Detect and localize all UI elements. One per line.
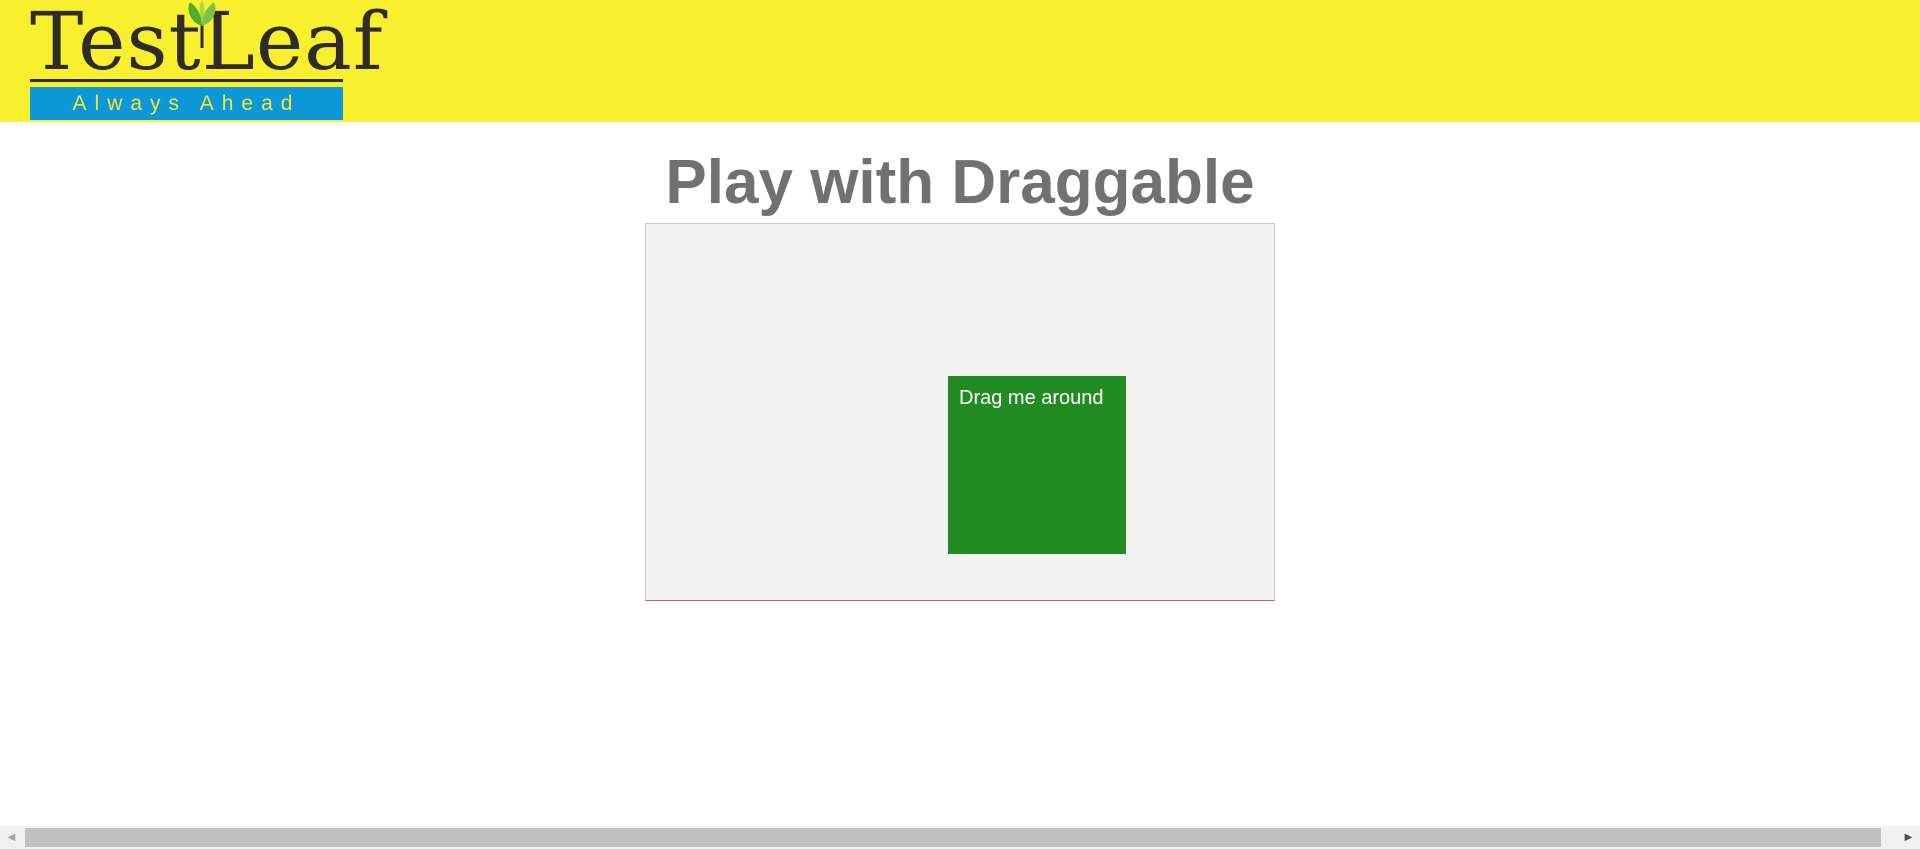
scroll-left-arrow-icon[interactable]: ◀	[0, 826, 23, 849]
scroll-right-arrow-icon[interactable]: ▶	[1897, 826, 1920, 849]
page-title: Play with Draggable	[665, 148, 1255, 217]
leaf-icon	[188, 0, 216, 48]
testleaf-logo[interactable]: TestLeaf Always Ahead	[30, 0, 382, 120]
horizontal-scrollbar[interactable]: ◀ ▶	[0, 826, 1920, 849]
drag-area: Drag me around	[645, 223, 1275, 601]
draggable-box[interactable]: Drag me around	[948, 376, 1126, 554]
site-header: TestLeaf Always Ahead	[0, 0, 1920, 122]
logo-text-test: Test	[30, 0, 202, 88]
logo-text-leaf: Leaf	[201, 0, 384, 88]
scrollbar-thumb[interactable]	[25, 828, 1881, 847]
logo-underline	[30, 79, 343, 82]
logo-tagline: Always Ahead	[30, 87, 343, 120]
